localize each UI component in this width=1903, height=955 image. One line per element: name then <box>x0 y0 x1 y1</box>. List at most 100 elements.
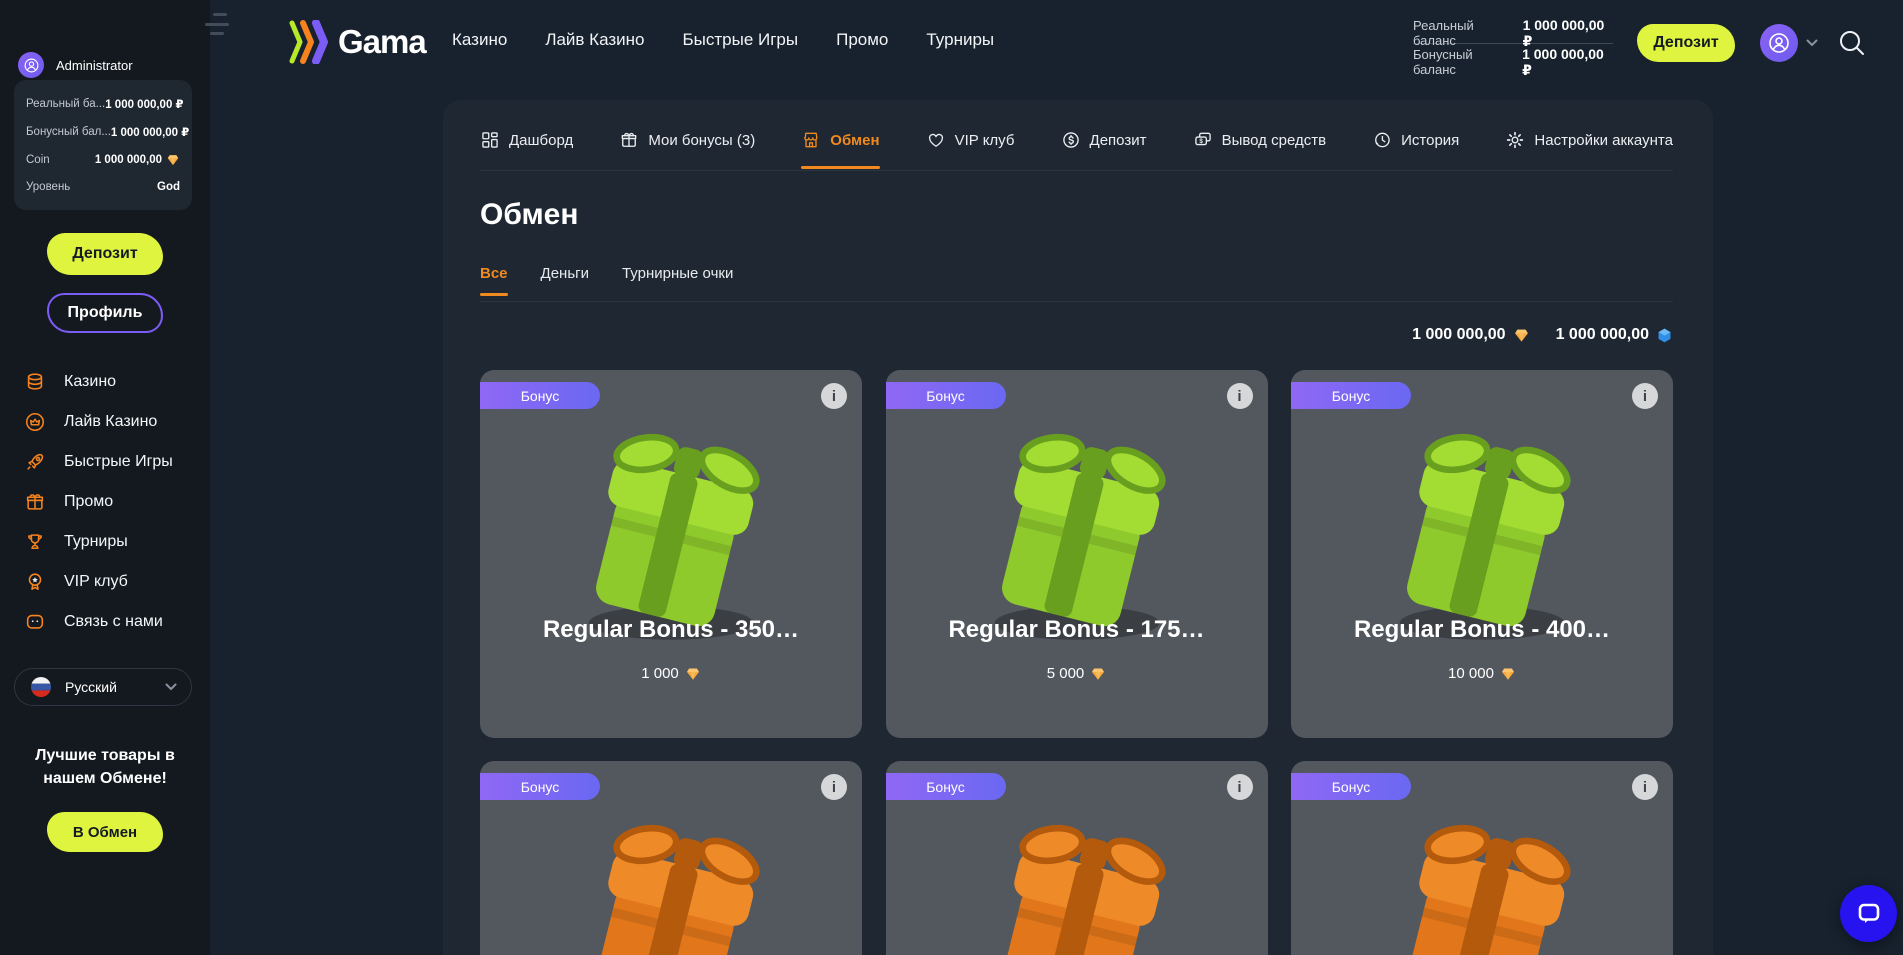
bonus-card[interactable]: Бонус i Regular Bonus - 400… 10 000 <box>1291 370 1673 738</box>
sidebar-item-contact[interactable]: Связь с нами <box>0 602 210 642</box>
tab-label: Обмен <box>830 132 879 149</box>
bonus-price: 10 000 <box>1291 665 1673 682</box>
info-icon[interactable]: i <box>1632 383 1658 409</box>
sidebar-item-live-casino[interactable]: Лайв Казино <box>0 402 210 442</box>
header-deposit-button[interactable]: Депозит <box>1637 24 1735 62</box>
exchange-balances: 1 000 000,00 1 000 000,00 <box>1412 326 1673 344</box>
bonus-badge: Бонус <box>1291 382 1411 409</box>
top-nav-casino[interactable]: Казино <box>452 30 507 50</box>
bonus-badge: Бонус <box>1291 773 1411 800</box>
bonus-badge: Бонус <box>480 773 600 800</box>
tab-label: Депозит <box>1090 132 1147 149</box>
chat-face-icon <box>24 611 46 633</box>
logo[interactable]: Gama <box>288 20 426 64</box>
gift-box-image <box>974 811 1180 955</box>
orange-gem-icon <box>685 666 701 682</box>
orange-gem-icon <box>166 153 180 167</box>
balance-row-coin: Coin 1 000 000,00 <box>26 153 180 167</box>
bonus-title: Regular Bonus - 175… <box>896 616 1258 644</box>
filter-money[interactable]: Деньги <box>541 265 589 282</box>
banknotes-icon: $ <box>1193 130 1213 150</box>
tab-dashboard[interactable]: Дашборд <box>480 130 573 150</box>
balance-row-real: Реальный ба... 1 000 000,00 ₽ <box>26 97 180 111</box>
bonus-card[interactable]: Бонус i <box>886 761 1268 955</box>
balance-row-level: Уровень God <box>26 181 180 193</box>
sidebar-user[interactable]: Administrator <box>18 52 133 78</box>
gift-box-image <box>974 420 1180 646</box>
bonus-title: Regular Bonus - 350… <box>490 616 852 644</box>
balance-value: 1 000 000,00 ₽ <box>1522 46 1613 79</box>
logo-chevrons-icon <box>288 20 330 64</box>
language-selector[interactable]: Русский <box>14 668 192 706</box>
balance-value: 1 000 000,00 ₽ <box>111 125 189 139</box>
orange-gem-icon <box>1513 327 1530 344</box>
sidebar-item-label: Быстрые Игры <box>64 453 173 471</box>
top-nav-tournaments[interactable]: Турниры <box>926 30 994 50</box>
coin-dollar-icon <box>1061 130 1081 150</box>
sidebar-item-casino[interactable]: Казино <box>0 362 210 402</box>
sidebar-promo-heading: Лучшие товары в нашем Обмене! <box>10 744 200 790</box>
bonus-card[interactable]: Бонус i Regular Bonus - 175… 5 000 <box>886 370 1268 738</box>
chevron-down-icon <box>165 683 177 691</box>
divider <box>480 301 1673 302</box>
bonus-card[interactable]: Бонус i <box>480 761 862 955</box>
user-avatar-icon <box>18 52 44 78</box>
rocket-icon <box>24 451 46 473</box>
chat-bubble-icon <box>1856 901 1882 927</box>
sidebar-shop-button[interactable]: В Обмен <box>47 812 163 852</box>
filter-tournament-points[interactable]: Турнирные очки <box>622 265 733 282</box>
chevron-down-icon <box>1806 39 1818 47</box>
tab-deposit[interactable]: Депозит <box>1061 130 1147 150</box>
tab-account-settings[interactable]: Настройки аккаунта <box>1505 130 1673 150</box>
tab-my-bonuses[interactable]: Мои бонусы (3) <box>619 130 755 150</box>
info-icon[interactable]: i <box>1227 774 1253 800</box>
search-icon[interactable] <box>1836 27 1868 59</box>
orange-gem-icon <box>1500 666 1516 682</box>
clock-history-icon <box>1372 130 1392 150</box>
tab-label: Вывод средств <box>1222 132 1326 149</box>
gift-box-image <box>1379 811 1585 955</box>
chat-widget-button[interactable] <box>1840 885 1897 942</box>
tab-withdraw[interactable]: $ Вывод средств <box>1193 130 1326 150</box>
top-nav-promo[interactable]: Промо <box>836 30 888 50</box>
sidebar-item-vip-club[interactable]: VIP клуб <box>0 562 210 602</box>
page-title: Обмен <box>480 198 578 232</box>
info-icon[interactable]: i <box>1227 383 1253 409</box>
crown-circle-icon <box>24 411 46 433</box>
bonus-title: Regular Bonus - 400… <box>1301 616 1663 644</box>
gift-icon <box>619 130 639 150</box>
balance-label: Реальный баланс <box>1413 18 1515 48</box>
sidebar-deposit-button[interactable]: Депозит <box>47 233 163 275</box>
coin-balance: 1 000 000,00 <box>1412 326 1529 344</box>
user-avatar-icon <box>1760 24 1798 62</box>
balance-value: 1 000 000,00 <box>95 153 180 167</box>
sidebar-profile-button[interactable]: Профиль <box>47 293 163 333</box>
sidebar: Administrator Реальный ба... 1 000 000,0… <box>0 0 210 955</box>
sidebar-item-label: Лайв Казино <box>64 413 157 431</box>
top-nav-fast-games[interactable]: Быстрые Игры <box>682 30 798 50</box>
tab-label: Настройки аккаунта <box>1534 132 1673 149</box>
balance-card: Реальный ба... 1 000 000,00 ₽ Бонусный б… <box>14 80 192 210</box>
info-icon[interactable]: i <box>821 774 847 800</box>
bonus-price: 1 000 <box>480 665 862 682</box>
sidebar-item-fast-games[interactable]: Быстрые Игры <box>0 442 210 482</box>
sidebar-item-tournaments[interactable]: Турниры <box>0 522 210 562</box>
tab-label: VIP клуб <box>955 132 1015 149</box>
tab-vip-club[interactable]: VIP клуб <box>926 130 1015 150</box>
svg-text:$: $ <box>1199 138 1203 145</box>
gift-box-image <box>568 420 774 646</box>
filter-all[interactable]: Все <box>480 265 508 282</box>
account-tabs: Дашборд Мои бонусы (3) Обмен VIP клуб Де… <box>480 130 1673 150</box>
tab-exchange[interactable]: Обмен <box>801 130 879 150</box>
header-account-menu[interactable] <box>1760 24 1818 62</box>
bonus-cards-grid: Бонус i Regular Bonus - 350… 1 000 Бонус… <box>480 370 1673 955</box>
menu-toggle-icon[interactable] <box>205 13 231 35</box>
sidebar-item-promo[interactable]: Промо <box>0 482 210 522</box>
tab-history[interactable]: История <box>1372 130 1459 150</box>
top-nav-live-casino[interactable]: Лайв Казино <box>545 30 644 50</box>
username: Administrator <box>56 58 133 73</box>
bonus-card[interactable]: Бонус i <box>1291 761 1673 955</box>
info-icon[interactable]: i <box>1632 774 1658 800</box>
info-icon[interactable]: i <box>821 383 847 409</box>
bonus-card[interactable]: Бонус i Regular Bonus - 350… 1 000 <box>480 370 862 738</box>
